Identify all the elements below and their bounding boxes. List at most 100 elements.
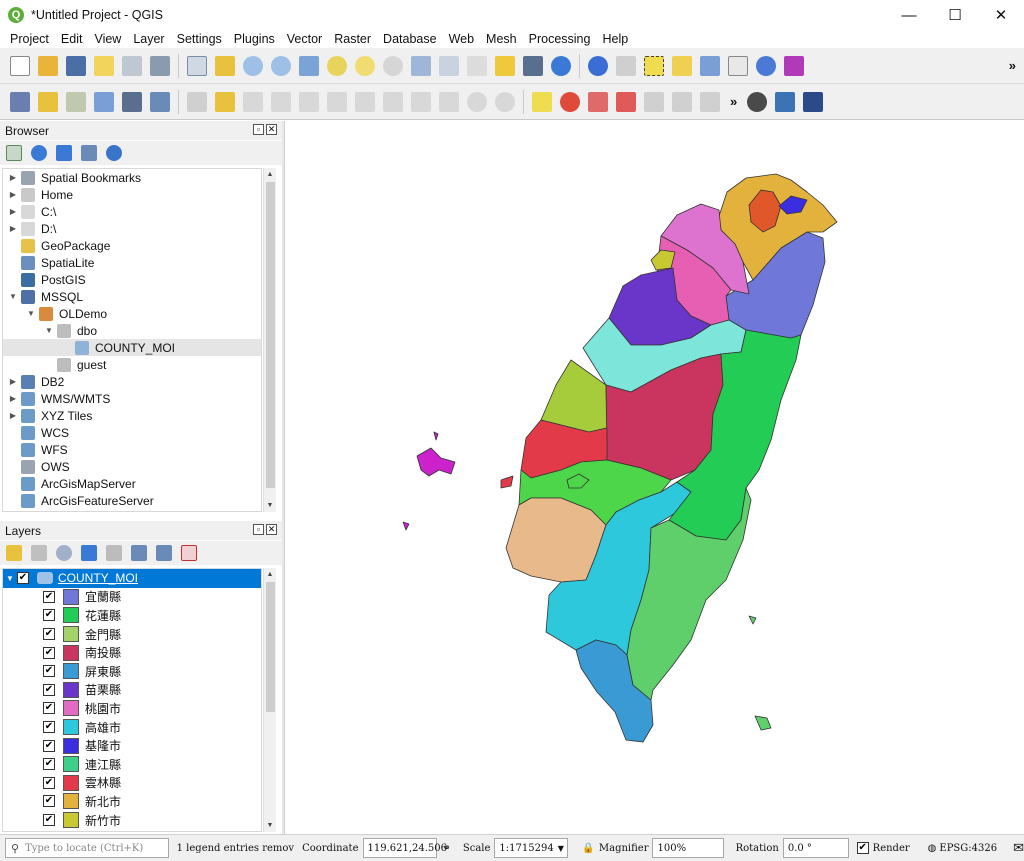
- expand-all-icon[interactable]: [131, 545, 147, 561]
- legend-entry-checkbox[interactable]: ✔: [43, 665, 55, 678]
- render-checkbox[interactable]: ✔: [856, 842, 869, 854]
- copy-features-icon[interactable]: [411, 91, 431, 112]
- menu-mesh[interactable]: Mesh: [480, 32, 523, 46]
- filter-expression-icon[interactable]: [106, 545, 122, 561]
- legend-entry-checkbox[interactable]: ✔: [43, 702, 55, 715]
- zoom-to-layer-icon[interactable]: [355, 55, 375, 76]
- cut-features-icon[interactable]: [383, 91, 403, 112]
- legend-entry-checkbox[interactable]: ✔: [43, 721, 55, 734]
- new-memory-layer-icon[interactable]: [122, 91, 142, 112]
- expand-layer-icon[interactable]: ▼: [3, 574, 17, 583]
- open-attribute-table-icon[interactable]: [700, 55, 720, 76]
- zoom-last-icon[interactable]: [411, 55, 431, 76]
- statistics-icon[interactable]: [728, 55, 748, 76]
- zoom-to-selection-icon[interactable]: [327, 55, 347, 76]
- browser-item[interactable]: ArcGisMapServer: [3, 475, 261, 492]
- zoom-native-icon[interactable]: [383, 55, 403, 76]
- legend-entry[interactable]: ✔ 基隆市: [3, 736, 261, 755]
- legend-entry-checkbox[interactable]: ✔: [43, 609, 55, 622]
- minimize-button[interactable]: —: [886, 0, 932, 30]
- crs-label[interactable]: EPSG:4326: [939, 843, 997, 854]
- browser-item[interactable]: ▶ Home: [3, 186, 261, 203]
- browser-item[interactable]: PostGIS: [3, 271, 261, 288]
- redo-icon[interactable]: [495, 91, 515, 112]
- pan-to-selection-icon[interactable]: [215, 55, 235, 76]
- layers-scrollbar[interactable]: ▲ ▼: [263, 568, 276, 832]
- layer-visibility-checkbox[interactable]: ✔: [17, 572, 29, 585]
- expand-arrow-icon[interactable]: ▶: [7, 224, 19, 233]
- open-project-icon[interactable]: [38, 55, 58, 76]
- add-feature-icon[interactable]: [271, 91, 291, 112]
- collapse-all-icon[interactable]: [81, 145, 97, 161]
- scale-combobox[interactable]: 1:1715294 ▼: [494, 838, 569, 858]
- legend-entry[interactable]: ✔ 金門縣: [3, 625, 261, 644]
- locator-search-input[interactable]: ⚲ Type to locate (Ctrl+K): [5, 838, 169, 858]
- legend-entry[interactable]: ✔ 新北市: [3, 792, 261, 811]
- legend-entry[interactable]: ✔ 南投縣: [3, 643, 261, 662]
- toggle-extents-icon[interactable]: ⚭: [443, 843, 451, 854]
- menu-settings[interactable]: Settings: [171, 32, 228, 46]
- close-panel-button[interactable]: ✕: [266, 524, 277, 535]
- expand-arrow-icon[interactable]: ▶: [7, 173, 19, 182]
- move-label-icon[interactable]: [644, 91, 664, 112]
- zoom-out-icon[interactable]: [271, 55, 291, 76]
- legend-entry[interactable]: ✔ 花蓮縣: [3, 606, 261, 625]
- menu-project[interactable]: Project: [4, 32, 55, 46]
- legend-entry-checkbox[interactable]: ✔: [43, 683, 55, 696]
- toolbar-overflow-icon[interactable]: »: [730, 94, 737, 109]
- browser-item[interactable]: COUNTY_MOI: [3, 339, 261, 356]
- new-geopackage-layer-icon[interactable]: [38, 91, 58, 112]
- browser-item[interactable]: ▼ dbo: [3, 322, 261, 339]
- manage-visibility-icon[interactable]: [56, 545, 72, 561]
- browser-item[interactable]: GeoPackage: [3, 237, 261, 254]
- new-virtual-layer-icon[interactable]: [150, 91, 170, 112]
- save-edits-icon[interactable]: [243, 91, 263, 112]
- deselect-icon[interactable]: [672, 55, 692, 76]
- menu-database[interactable]: Database: [377, 32, 443, 46]
- help-icon[interactable]: [803, 91, 824, 112]
- legend-entry[interactable]: ✔ 新竹市: [3, 811, 261, 830]
- zoom-full-icon[interactable]: [299, 55, 319, 76]
- style-panel-icon[interactable]: [6, 545, 22, 561]
- browser-item[interactable]: ▶ C:\: [3, 203, 261, 220]
- magnifier-spinbox[interactable]: 100%: [652, 838, 724, 858]
- menu-raster[interactable]: Raster: [328, 32, 377, 46]
- zoom-in-icon[interactable]: [243, 55, 263, 76]
- legend-entry-checkbox[interactable]: ✔: [43, 646, 55, 659]
- refresh-icon[interactable]: [551, 55, 571, 76]
- legend-entry-checkbox[interactable]: ✔: [43, 795, 55, 808]
- browser-item[interactable]: WFS: [3, 441, 261, 458]
- expand-arrow-icon[interactable]: ▼: [43, 326, 55, 335]
- show-bookmarks-icon[interactable]: [523, 55, 543, 76]
- browser-item[interactable]: ▼ MSSQL: [3, 288, 261, 305]
- toolbar-overflow-icon[interactable]: »: [1009, 58, 1016, 73]
- undo-icon[interactable]: [467, 91, 487, 112]
- scrollbar-thumb[interactable]: [266, 182, 275, 488]
- browser-scrollbar[interactable]: ▲ ▼: [263, 168, 276, 512]
- plugin-icon[interactable]: [747, 91, 768, 112]
- new-bookmark-icon[interactable]: [495, 55, 515, 76]
- legend-entry[interactable]: ✔ 連江縣: [3, 755, 261, 774]
- pan-map-icon[interactable]: [187, 55, 207, 76]
- filter-legend-icon[interactable]: [81, 545, 97, 561]
- browser-item[interactable]: OWS: [3, 458, 261, 475]
- expand-arrow-icon[interactable]: ▶: [7, 377, 19, 386]
- browser-item[interactable]: guest: [3, 356, 261, 373]
- browser-item[interactable]: ▶ D:\: [3, 220, 261, 237]
- browser-item[interactable]: ▶ XYZ Tiles: [3, 407, 261, 424]
- legend-entry[interactable]: ✔ 苗栗縣: [3, 681, 261, 700]
- add-group-icon[interactable]: [31, 545, 47, 561]
- lock-scale-icon[interactable]: 🔒: [582, 843, 594, 854]
- legend-entry[interactable]: ✔ 宜蘭縣: [3, 588, 261, 607]
- new-map-view-icon[interactable]: [467, 55, 487, 76]
- legend-entry[interactable]: ✔ 高雄市: [3, 718, 261, 737]
- browser-item[interactable]: ▼ OLDemo: [3, 305, 261, 322]
- sigma-icon[interactable]: [784, 55, 804, 76]
- identify-features-icon[interactable]: [588, 55, 608, 76]
- menu-processing[interactable]: Processing: [523, 32, 597, 46]
- coordinate-field[interactable]: 119.621,24.506: [362, 838, 447, 858]
- remove-layer-icon[interactable]: [181, 545, 197, 561]
- new-print-layout-icon[interactable]: [94, 55, 114, 76]
- messages-icon[interactable]: ✉: [1013, 841, 1024, 856]
- menu-web[interactable]: Web: [443, 32, 480, 46]
